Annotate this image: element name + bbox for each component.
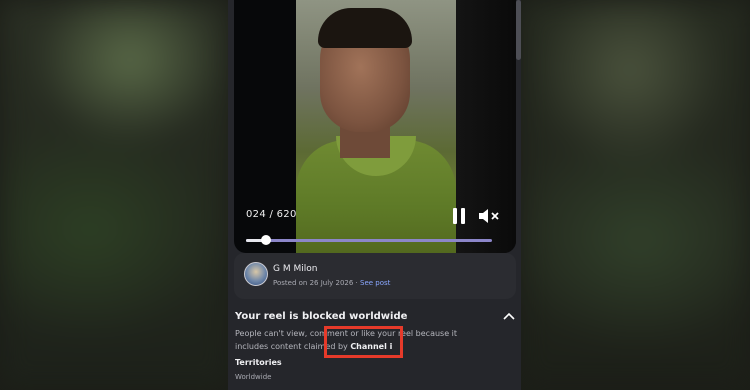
video-time: 024 / 620 [246, 209, 297, 220]
post-card [234, 253, 516, 299]
annotation-highlight-box [324, 326, 403, 358]
chevron-up-icon[interactable] [503, 311, 515, 321]
pause-icon[interactable] [452, 208, 466, 224]
author-name[interactable]: G M Milon [273, 264, 317, 274]
scrollbar[interactable] [516, 0, 521, 60]
territories-value: Worldwide [235, 373, 272, 381]
progress-track[interactable] [246, 239, 492, 242]
post-meta: Posted on 26 July 2026 · See post [273, 279, 390, 287]
hair [318, 8, 412, 48]
mute-icon[interactable] [478, 207, 500, 225]
video-frame [296, 0, 456, 253]
see-post-link[interactable]: See post [360, 279, 390, 287]
progress-knob[interactable] [260, 235, 271, 245]
blurred-background-right [520, 0, 750, 390]
avatar[interactable] [244, 262, 268, 286]
territories-label: Territories [235, 358, 282, 367]
blurred-background-left [0, 0, 230, 390]
blocked-title: Your reel is blocked worldwide [235, 311, 408, 322]
posted-date: Posted on 26 July 2026 · [273, 279, 361, 287]
